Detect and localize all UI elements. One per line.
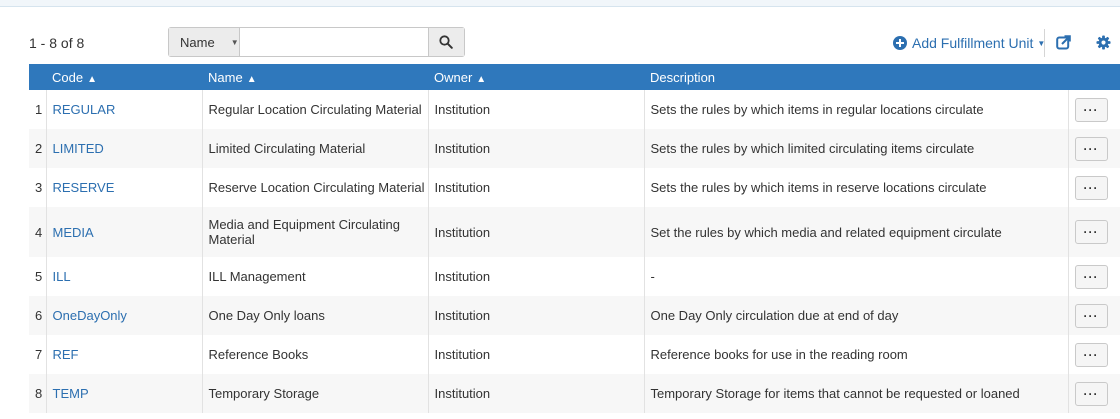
code-cell: REF [46, 335, 203, 374]
search-button[interactable] [427, 28, 464, 56]
chevron-down-icon: ▼ [230, 37, 239, 47]
header-code[interactable]: Code ▲︎ [46, 64, 202, 90]
top-banner-strip [0, 0, 1120, 7]
row-index: 7 [29, 335, 47, 374]
row-index: 8 [29, 374, 47, 413]
toolbar-divider [1044, 29, 1045, 57]
actions-cell: ··· [1068, 335, 1120, 374]
search-field-select[interactable]: Name ▼ [169, 28, 240, 56]
code-link[interactable]: LIMITED [53, 141, 104, 156]
code-cell: TEMP [46, 374, 203, 413]
row-actions-button[interactable]: ··· [1074, 342, 1108, 367]
name-cell: ILL Management [202, 257, 429, 296]
description-cell: Sets the rules by which limited circulat… [644, 129, 1069, 168]
header-name[interactable]: Name ▲︎ [202, 64, 428, 90]
table-row[interactable]: 6 OneDayOnly One Day Only loans Institution… [29, 296, 1120, 335]
actions-cell: ··· [1068, 296, 1120, 335]
actions-cell: ··· [1068, 257, 1120, 296]
code-link[interactable]: REGULAR [53, 102, 116, 117]
actions-cell: ··· [1068, 374, 1120, 413]
results-count: 1 - 8 of 8 [29, 35, 85, 51]
row-actions-button[interactable]: ··· [1074, 264, 1108, 289]
plus-circle-icon [893, 36, 907, 50]
actions-cell: ··· [1068, 129, 1120, 168]
actions-cell: ··· [1068, 207, 1120, 257]
header-actions [1068, 64, 1120, 90]
sort-icon: ▲︎ [87, 73, 97, 85]
name-cell: Temporary Storage [202, 374, 429, 413]
name-cell: Regular Location Circulating Material [202, 90, 429, 129]
export-icon[interactable] [1056, 35, 1071, 50]
code-cell: OneDayOnly [46, 296, 203, 335]
add-fulfillment-unit-button[interactable]: Add Fulfillment Unit ▼ [893, 35, 1045, 51]
row-index: 1 [29, 90, 47, 129]
name-cell: One Day Only loans [202, 296, 429, 335]
table-row[interactable]: 3 RESERVE Reserve Location Circulating Mat… [29, 168, 1120, 207]
name-cell: Media and Equipment Circulating Material [202, 207, 429, 257]
row-index: 5 [29, 257, 47, 296]
name-cell: Reference Books [202, 335, 429, 374]
header-description[interactable]: Description [644, 64, 1068, 90]
row-actions-button[interactable]: ··· [1074, 381, 1108, 406]
owner-cell: Institution [428, 374, 645, 413]
description-cell: One Day Only circulation due at end of d… [644, 296, 1069, 335]
table-row[interactable]: 5 ILL ILL Management Institution - ··· [29, 257, 1120, 296]
search-icon [439, 35, 454, 49]
row-index: 6 [29, 296, 47, 335]
table-row[interactable]: 1 REGULAR Regular Location Circulating Mat… [29, 90, 1120, 129]
table-row[interactable]: 2 LIMITED Limited Circulating Material Inst… [29, 129, 1120, 168]
owner-cell: Institution [428, 257, 645, 296]
name-cell: Reserve Location Circulating Material [202, 168, 429, 207]
code-link[interactable]: MEDIA [53, 225, 94, 240]
row-actions-button[interactable]: ··· [1074, 303, 1108, 328]
description-cell: - [644, 257, 1069, 296]
fulfillment-units-table: Code ▲︎ Name ▲︎ Owner ▲ Description 1 REGULA… [29, 64, 1120, 413]
row-actions-button[interactable]: ··· [1074, 136, 1108, 161]
search-group: Name ▼ [168, 27, 465, 57]
description-cell: Set the rules by which media and related… [644, 207, 1069, 257]
search-input[interactable] [239, 28, 428, 56]
description-cell: Sets the rules by which items in reserve… [644, 168, 1069, 207]
code-link[interactable]: OneDayOnly [53, 308, 127, 323]
row-actions-button[interactable]: ··· [1074, 175, 1108, 200]
table-row[interactable]: 7 REF Reference Books Institution Reference … [29, 335, 1120, 374]
row-index: 4 [29, 207, 47, 257]
code-cell: LIMITED [46, 129, 203, 168]
description-cell: Sets the rules by which items in regular… [644, 90, 1069, 129]
owner-cell: Institution [428, 207, 645, 257]
code-cell: ILL [46, 257, 203, 296]
list-toolbar: 1 - 8 of 8 Name ▼ Add Fulfillment Unit ▼ [0, 27, 1120, 59]
code-link[interactable]: TEMP [53, 386, 89, 401]
table-row[interactable]: 8 TEMP Temporary Storage Institution Tempora… [29, 374, 1120, 413]
sort-icon: ▲︎ [246, 73, 257, 85]
name-cell: Limited Circulating Material [202, 129, 429, 168]
row-actions-button[interactable]: ··· [1074, 97, 1108, 122]
code-cell: RESERVE [46, 168, 203, 207]
owner-cell: Institution [428, 296, 645, 335]
actions-cell: ··· [1068, 168, 1120, 207]
owner-cell: Institution [428, 129, 645, 168]
header-owner[interactable]: Owner ▲ [428, 64, 644, 90]
table-header-row: Code ▲︎ Name ▲︎ Owner ▲ Description [29, 64, 1120, 90]
code-link[interactable]: REF [53, 347, 79, 362]
owner-cell: Institution [428, 168, 645, 207]
row-index: 2 [29, 129, 47, 168]
owner-cell: Institution [428, 335, 645, 374]
add-fulfillment-unit-label: Add Fulfillment Unit [912, 35, 1034, 51]
code-link[interactable]: RESERVE [53, 180, 115, 195]
table-row[interactable]: 4 MEDIA Media and Equipment Circulating Ma… [29, 207, 1120, 257]
gear-icon[interactable] [1096, 35, 1111, 50]
owner-cell: Institution [428, 90, 645, 129]
header-index [29, 64, 46, 90]
row-index: 3 [29, 168, 47, 207]
sort-ascending-icon: ▲ [476, 73, 487, 85]
code-link[interactable]: ILL [53, 269, 71, 284]
actions-cell: ··· [1068, 90, 1120, 129]
description-cell: Reference books for use in the reading r… [644, 335, 1069, 374]
description-cell: Temporary Storage for items that cannot … [644, 374, 1069, 413]
row-actions-button[interactable]: ··· [1074, 220, 1108, 244]
code-cell: MEDIA [46, 207, 203, 257]
search-field-label: Name [180, 34, 215, 50]
code-cell: REGULAR [46, 90, 203, 129]
